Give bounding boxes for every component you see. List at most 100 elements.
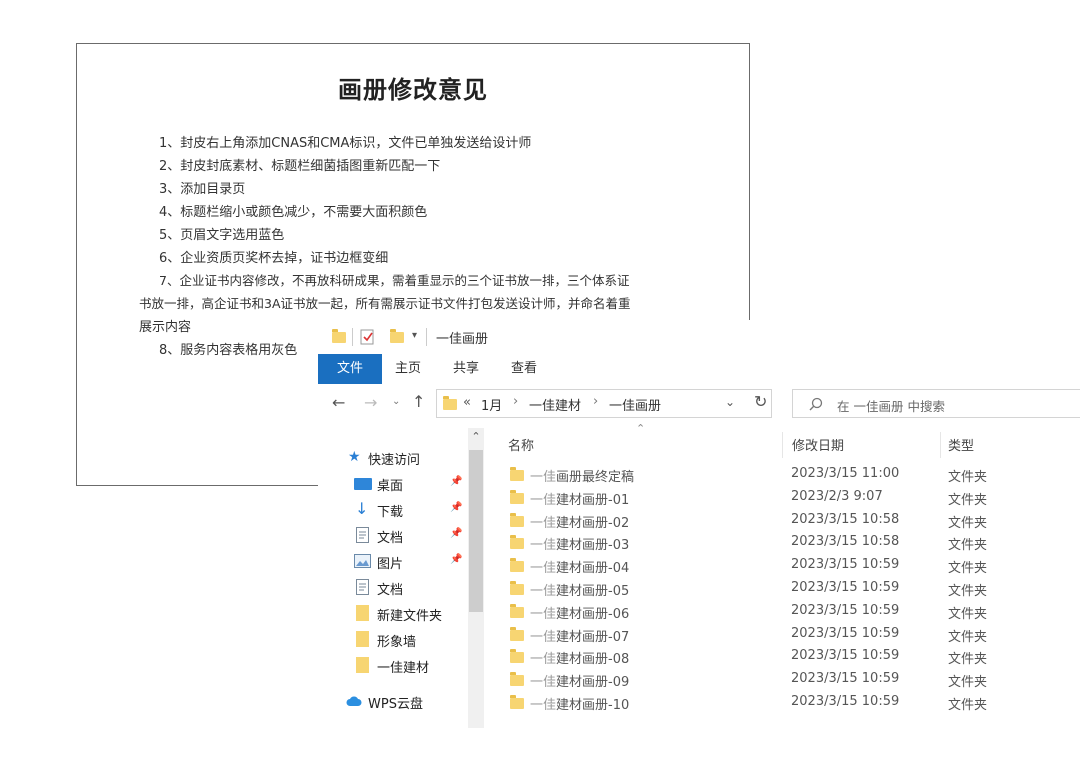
folder-icon: [510, 581, 524, 595]
document-line-7: 7、企业证书内容修改，不再放科研成果，需着重显示的三个证书放一排，三个体系证: [159, 273, 630, 288]
file-row[interactable]: 一佳画册最终定稿 2023/3/15 11:00 文件夹: [486, 463, 1080, 486]
tab-file[interactable]: 文件: [318, 354, 382, 384]
nav-item-wps-cloud[interactable]: WPS云盘: [318, 690, 468, 714]
file-name: 一佳建材画册-05: [530, 580, 629, 599]
document-line-6: 6、企业资质页奖杯去掉，证书边框变细: [159, 251, 389, 266]
ribbon-tabs: 文件 主页 共享 查看: [318, 354, 1080, 385]
file-date: 2023/3/15 10:59: [791, 625, 900, 641]
tab-share[interactable]: 共享: [440, 354, 492, 384]
document-line-3: 3、添加目录页: [159, 182, 246, 197]
properties-icon[interactable]: [360, 328, 376, 346]
file-name-prefix: 一佳: [530, 698, 557, 713]
search-icon: [809, 397, 823, 411]
file-date: 2023/3/15 10:59: [791, 671, 900, 687]
file-row[interactable]: 一佳建材画册-01 2023/2/3 9:07 文件夹: [486, 486, 1080, 509]
scrollbar-thumb[interactable]: [469, 450, 483, 612]
document-line-8: 书放一排，高企证书和3A证书放一起，所有需展示证书文件打包发送设计师，并命名着重: [139, 296, 631, 311]
scroll-up-arrow-icon[interactable]: ⌃: [468, 430, 484, 448]
file-name-text: 建材画册-02: [556, 515, 630, 531]
document-icon: [356, 527, 369, 543]
tab-view[interactable]: 查看: [498, 354, 550, 384]
address-overflow[interactable]: «: [463, 395, 471, 410]
file-type: 文件夹: [948, 561, 988, 577]
new-folder-icon[interactable]: [390, 329, 404, 343]
tab-home[interactable]: 主页: [382, 354, 434, 384]
nav-item-image-wall[interactable]: 形象墙: [318, 628, 468, 652]
nav-label: 一佳建材: [377, 661, 430, 676]
file-type: 文件夹: [948, 492, 988, 508]
nav-label: 下载: [377, 505, 404, 520]
file-row[interactable]: 一佳建材画册-02 2023/3/15 10:58 文件夹: [486, 509, 1080, 532]
file-row[interactable]: 一佳建材画册-10 2023/3/15 10:59 文件夹: [486, 691, 1080, 714]
pin-icon[interactable]: 📌: [450, 476, 462, 487]
forward-arrow-icon[interactable]: →: [364, 393, 377, 412]
file-type: 文件夹: [948, 515, 988, 531]
pin-icon[interactable]: 📌: [450, 528, 462, 539]
file-row[interactable]: 一佳建材画册-09 2023/3/15 10:59 文件夹: [486, 668, 1080, 691]
address-history-chevron-icon[interactable]: ⌄: [725, 395, 735, 409]
folder-icon: [510, 467, 524, 481]
address-segment-folder[interactable]: 一佳画册: [609, 395, 661, 414]
folder-icon: [510, 558, 524, 573]
pin-icon[interactable]: 📌: [450, 554, 462, 565]
address-segment-company[interactable]: 一佳建材: [529, 395, 581, 414]
folder-icon: [356, 605, 369, 621]
nav-item-documents-2[interactable]: 文档: [318, 576, 468, 600]
address-bar[interactable]: « 1月 › 一佳建材 › 一佳画册 ⌄: [436, 389, 772, 418]
nav-label: 图片: [377, 557, 404, 572]
customize-toolbar-icon[interactable]: ▾: [412, 330, 417, 341]
file-explorer-window: ▾ 一佳画册 文件 主页 共享 查看 ← → ⌄ ↑ « 1月 › 一佳建材 ›…: [318, 320, 1080, 774]
file-name: 一佳建材画册-04: [530, 557, 629, 576]
document-title: 画册修改意见: [338, 76, 488, 104]
file-name-text: 建材画册-03: [556, 538, 630, 554]
file-row[interactable]: 一佳建材画册-06 2023/3/15 10:59 文件夹: [486, 600, 1080, 623]
nav-item-downloads[interactable]: ↓ 下载 📌: [318, 498, 468, 522]
file-name-prefix: 一佳: [530, 675, 557, 691]
file-name-text: 画册最终定稿: [556, 470, 635, 485]
sort-ascending-icon: ⌃: [636, 422, 646, 435]
file-name-prefix: 一佳: [530, 470, 557, 485]
window-title: 一佳画册: [436, 332, 489, 347]
nav-item-quick-access[interactable]: ★ 快速访问: [318, 446, 468, 470]
back-arrow-icon[interactable]: ←: [332, 393, 345, 412]
file-name: 一佳建材画册-10: [530, 694, 629, 713]
file-row[interactable]: 一佳建材画册-05 2023/3/15 10:59 文件夹: [486, 577, 1080, 600]
nav-item-new-folder[interactable]: 新建文件夹: [318, 602, 468, 626]
folder-icon: [356, 631, 369, 647]
file-row[interactable]: 一佳建材画册-07 2023/3/15 10:59 文件夹: [486, 623, 1080, 646]
column-divider[interactable]: [782, 432, 783, 458]
recent-locations-chevron-icon[interactable]: ⌄: [392, 396, 400, 407]
address-row: ← → ⌄ ↑ « 1月 › 一佳建材 › 一佳画册 ⌄ ↻ 在 一佳画册 中搜…: [318, 384, 1080, 426]
navigation-scrollbar[interactable]: ⌃: [468, 428, 484, 728]
document-line-10: 8、服务内容表格用灰色: [159, 343, 298, 358]
folder-icon: [356, 657, 369, 673]
folder-icon: [510, 489, 524, 504]
search-box[interactable]: 在 一佳画册 中搜索: [792, 389, 1080, 418]
nav-item-pictures[interactable]: 图片 📌: [318, 550, 468, 574]
nav-item-desktop[interactable]: 桌面 📌: [318, 472, 468, 496]
folder-icon: [443, 396, 457, 410]
file-name: 一佳建材画册-09: [530, 671, 629, 690]
folder-icon: [510, 535, 524, 550]
nav-item-documents[interactable]: 文档 📌: [318, 524, 468, 548]
refresh-icon[interactable]: ↻: [754, 392, 767, 411]
pin-icon[interactable]: 📌: [450, 502, 462, 513]
file-type: 文件夹: [948, 675, 988, 691]
file-row[interactable]: 一佳建材画册-08 2023/3/15 10:59 文件夹: [486, 645, 1080, 668]
file-row[interactable]: 一佳建材画册-03 2023/3/15 10:58 文件夹: [486, 531, 1080, 554]
document-line-4: 4、标题栏缩小或颜色减少，不需要大面积颜色: [159, 205, 428, 220]
nav-item-company-folder[interactable]: 一佳建材: [318, 654, 468, 678]
address-segment-month[interactable]: 1月: [481, 395, 502, 414]
folder-icon: [332, 329, 346, 343]
file-type: 文件夹: [948, 606, 988, 622]
file-name-prefix: 一佳: [530, 652, 557, 668]
up-arrow-icon[interactable]: ↑: [412, 392, 425, 411]
file-name-prefix: 一佳: [530, 606, 557, 622]
file-type: 文件夹: [948, 652, 988, 668]
folder-icon: [510, 603, 524, 618]
file-row[interactable]: 一佳建材画册-04 2023/3/15 10:59 文件夹: [486, 554, 1080, 577]
file-date: 2023/3/15 10:59: [791, 694, 900, 709]
column-divider[interactable]: [940, 432, 941, 458]
file-list: ⌃ 名称 修改日期 类型 一佳画册最终定稿 2023/3/15 11:00 文件夹一…: [486, 422, 1080, 774]
download-icon: ↓: [355, 499, 369, 518]
